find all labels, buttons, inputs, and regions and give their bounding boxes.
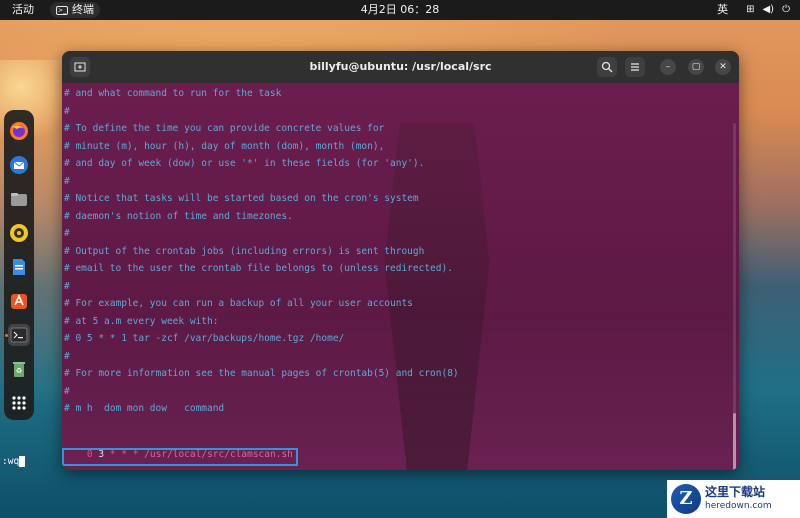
system-status-area[interactable]: 英 ⊞ ◀) ⏻ xyxy=(717,0,790,20)
crontab-comment-line: # xyxy=(64,105,70,117)
cron-minute: 0 xyxy=(86,449,93,460)
dock-item-apps[interactable] xyxy=(8,392,30,414)
crontab-comment-line: # daemon's notion of time and timezones. xyxy=(64,210,293,222)
hamburger-menu-icon xyxy=(631,63,639,71)
maximize-icon: ▢ xyxy=(691,62,701,72)
cron-hour: 3 xyxy=(98,449,105,460)
crontab-comment-line: # To define the time you can provide con… xyxy=(64,123,385,134)
crontab-comment-line: # m h dom mon dow command xyxy=(64,403,225,414)
crontab-comment-line: # xyxy=(64,350,70,362)
grid-icon xyxy=(12,396,26,410)
svg-text:♻: ♻ xyxy=(16,367,22,375)
network-icon[interactable]: ⊞ xyxy=(746,0,754,20)
dock: ♻ xyxy=(4,110,34,420)
dock-item-terminal[interactable] xyxy=(8,324,30,346)
menu-button[interactable] xyxy=(625,57,645,77)
dock-item-files[interactable] xyxy=(8,188,30,210)
folder-icon xyxy=(11,193,27,206)
vim-command-text: :wq xyxy=(2,456,20,467)
close-button[interactable]: ✕ xyxy=(715,59,731,75)
site-watermark: Z 这里下载站 heredown.com xyxy=(667,480,800,518)
music-icon xyxy=(10,224,28,242)
watermark-logo: Z xyxy=(671,484,701,514)
cron-command-path: /usr/local/src/clamscan.sh xyxy=(144,449,293,460)
scrollbar-thumb[interactable] xyxy=(733,413,736,470)
crontab-comment-line: # minute (m), hour (h), day of month (do… xyxy=(64,140,385,152)
search-button[interactable] xyxy=(597,57,617,77)
document-icon xyxy=(13,259,25,275)
terminal-header[interactable]: billyfu@ubuntu: /usr/local/src – ▢ ✕ xyxy=(62,51,739,83)
cron-job-line[interactable]: 0 3 * * * /usr/local/src/clamscan.sh xyxy=(64,438,293,470)
dock-item-thunderbird[interactable] xyxy=(8,154,30,176)
app-menu-terminal[interactable]: >_ 终端 xyxy=(50,2,100,18)
terminal-icon xyxy=(10,327,28,343)
dock-item-writer[interactable] xyxy=(8,256,30,278)
close-icon: ✕ xyxy=(719,62,727,72)
power-icon[interactable]: ⏻ xyxy=(782,0,790,20)
crontab-comment-line: # Output of the crontab jobs (including … xyxy=(64,245,425,257)
activities-button[interactable]: 活动 xyxy=(12,0,34,20)
dock-item-trash[interactable]: ♻ xyxy=(8,358,30,380)
top-bar: 活动 >_ 终端 4月2日 06：28 英 ⊞ ◀) ⏻ xyxy=(0,0,800,20)
maximize-button[interactable]: ▢ xyxy=(688,59,704,75)
firefox-icon xyxy=(10,122,28,140)
crontab-comment-line: # For more information see the manual pa… xyxy=(64,368,459,379)
store-icon xyxy=(11,294,27,309)
crontab-comment-line: # For example, you can run a backup of a… xyxy=(64,298,413,309)
trash-icon: ♻ xyxy=(13,362,25,377)
crontab-comment-line: # and what command to run for the task xyxy=(64,88,282,99)
terminal-icon: >_ xyxy=(56,5,68,15)
crontab-comment-line: # xyxy=(64,385,70,397)
crontab-comment-line: # Notice that tasks will be started base… xyxy=(64,193,419,204)
minimize-icon: – xyxy=(665,62,671,72)
background-ship xyxy=(384,123,490,470)
search-icon xyxy=(601,61,613,73)
minimize-button[interactable]: – xyxy=(660,59,676,75)
cron-stars: * * * xyxy=(109,449,139,460)
vim-command-line[interactable]: :wq xyxy=(2,456,26,467)
mail-icon xyxy=(10,156,28,174)
crontab-comment-line: # at 5 a.m every week with: xyxy=(64,315,219,327)
clock[interactable]: 4月2日 06：28 xyxy=(361,3,440,16)
dock-item-rhythmbox[interactable] xyxy=(8,222,30,244)
dock-item-software[interactable] xyxy=(8,290,30,312)
crontab-comment-line: # email to the user the crontab file bel… xyxy=(64,263,453,274)
text-cursor xyxy=(19,456,26,467)
crontab-comment-line: # xyxy=(64,228,70,239)
crontab-comment-line: # and day of week (dow) or use '*' in th… xyxy=(64,158,425,169)
terminal-window[interactable]: billyfu@ubuntu: /usr/local/src – ▢ ✕ # a… xyxy=(62,51,739,470)
watermark-title: 这里下载站 xyxy=(705,485,766,499)
dock-item-firefox[interactable] xyxy=(8,120,30,142)
crontab-comment-line: # 0 5 * * 1 tar -zcf /var/backups/home.t… xyxy=(64,333,345,344)
crontab-comment-line: # xyxy=(64,175,70,187)
crontab-comment-line: # xyxy=(64,280,70,292)
input-method-indicator[interactable]: 英 xyxy=(717,0,728,20)
watermark-url: heredown.com xyxy=(705,501,772,511)
app-menu-label: 终端 xyxy=(72,3,94,16)
volume-icon[interactable]: ◀) xyxy=(762,0,774,20)
